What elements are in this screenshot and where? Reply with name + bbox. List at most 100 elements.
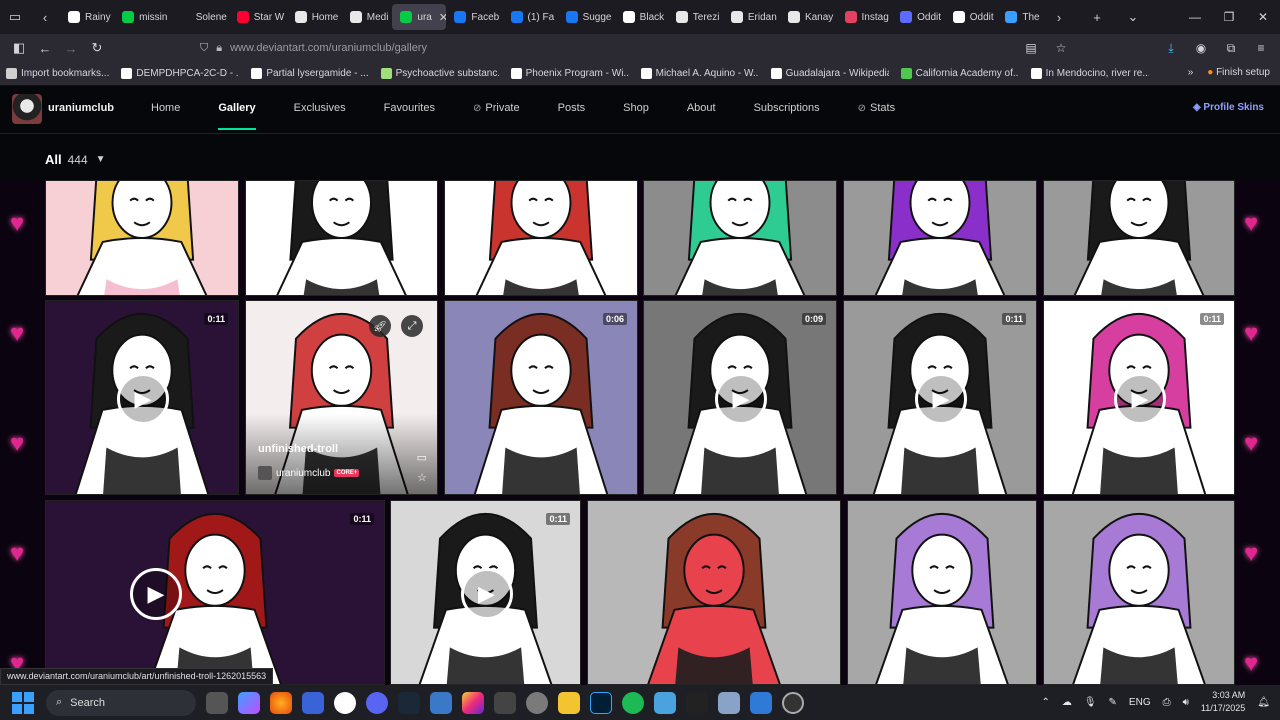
browser-tab[interactable]: ura ✕ bbox=[392, 4, 447, 30]
browser-tab[interactable]: (1) Fa bbox=[503, 4, 558, 30]
taskbar-search[interactable]: ⌕ Search bbox=[46, 689, 196, 716]
gallery-tile[interactable]: 0:06 bbox=[444, 300, 638, 495]
comment-icon[interactable]: ▭ bbox=[417, 451, 427, 464]
app-icon[interactable] bbox=[302, 691, 324, 714]
audio-app-icon[interactable] bbox=[686, 691, 708, 714]
artwork-title[interactable]: unfinished-troll bbox=[258, 443, 338, 455]
nav-home[interactable]: Home bbox=[151, 102, 180, 114]
browser-tab[interactable]: Faceb bbox=[446, 4, 502, 30]
browser-tab[interactable]: Solene bbox=[171, 4, 229, 30]
gallery-tile[interactable] bbox=[1043, 500, 1235, 685]
reload-icon[interactable]: ↻ bbox=[84, 35, 110, 61]
nav-subscriptions[interactable]: Subscriptions bbox=[754, 102, 820, 114]
notepad-icon[interactable] bbox=[654, 691, 676, 714]
play-icon[interactable]: ▶ bbox=[460, 567, 513, 620]
username[interactable]: uraniumclub bbox=[48, 102, 114, 114]
calculator-icon[interactable] bbox=[430, 691, 452, 714]
gallery-tile[interactable]: 0:11 ▶ bbox=[1043, 300, 1235, 495]
browser-tab[interactable]: Star W bbox=[229, 4, 287, 30]
tab-overflow-icon[interactable]: ⌄ bbox=[1118, 2, 1148, 32]
nav-about[interactable]: About bbox=[687, 102, 716, 114]
spotify-icon[interactable] bbox=[622, 691, 644, 714]
reader-view-icon[interactable]: ▤ bbox=[1018, 37, 1044, 59]
bookmark-item[interactable]: Psychoactive substanc... bbox=[380, 68, 499, 79]
gallery-tile[interactable]: 0:11 ▶ bbox=[45, 300, 239, 495]
windows-start-icon[interactable] bbox=[12, 691, 34, 714]
account-icon[interactable]: ◉ bbox=[1188, 37, 1214, 59]
bookmark-item[interactable]: Phoenix Program - Wi... bbox=[510, 68, 629, 79]
cloud-icon[interactable]: ☁ bbox=[1062, 697, 1072, 708]
nav-posts[interactable]: Posts bbox=[558, 102, 586, 114]
extensions-icon[interactable]: ⧉ bbox=[1218, 37, 1244, 59]
language-indicator[interactable]: ENG bbox=[1129, 697, 1151, 708]
play-icon[interactable]: ▶ bbox=[1114, 372, 1166, 425]
instagram-icon[interactable] bbox=[462, 691, 484, 714]
task-view-icon[interactable] bbox=[206, 691, 228, 714]
back-icon[interactable]: ← bbox=[32, 35, 58, 61]
gallery-tile[interactable] bbox=[245, 180, 438, 296]
gallery-tile[interactable] bbox=[843, 180, 1037, 296]
tab-scroll-left-icon[interactable]: ‹ bbox=[30, 2, 60, 32]
play-icon[interactable]: ▶ bbox=[130, 567, 182, 620]
notification-icon[interactable]: 🔔︎ bbox=[1257, 697, 1270, 708]
minimize-icon[interactable]: — bbox=[1178, 10, 1212, 24]
firefox-icon[interactable] bbox=[270, 691, 292, 714]
browser-tab[interactable]: Instag bbox=[837, 4, 893, 30]
favourite-star-icon[interactable]: ☆ bbox=[417, 471, 427, 484]
browser-tab[interactable]: Rainy bbox=[60, 4, 114, 30]
mic-icon[interactable]: 🎙︎ bbox=[1084, 697, 1097, 708]
browser-tab[interactable]: Eridan bbox=[723, 4, 780, 30]
photoshop-icon[interactable] bbox=[590, 691, 612, 714]
copilot-icon[interactable] bbox=[238, 691, 260, 714]
nav-private[interactable]: ⊘ Private bbox=[473, 102, 520, 114]
browser-tab[interactable]: Home bbox=[287, 4, 342, 30]
browser-tab[interactable]: The bbox=[997, 4, 1044, 30]
bookmark-item[interactable]: Partial lysergamide - ... bbox=[251, 68, 369, 79]
browser-tab[interactable]: Sugge bbox=[558, 4, 615, 30]
gallery-tile[interactable] bbox=[45, 180, 239, 296]
forward-icon[interactable]: → bbox=[58, 35, 84, 61]
browser-tab[interactable]: Black bbox=[615, 4, 668, 30]
tab-list-icon[interactable]: ▭ bbox=[0, 2, 30, 32]
nav-stats[interactable]: ⊘ Stats bbox=[858, 102, 895, 114]
gallery-tile[interactable] bbox=[444, 180, 638, 296]
tab-scroll-right-icon[interactable]: › bbox=[1044, 2, 1074, 32]
settings-icon[interactable] bbox=[526, 691, 548, 714]
bookmark-item[interactable]: Michael A. Aquino - W... bbox=[640, 68, 759, 79]
bookmark-item[interactable]: Import bookmarks... bbox=[6, 68, 109, 79]
finish-setup-button[interactable]: ● Finish setup bbox=[1207, 67, 1270, 78]
close-tab-icon[interactable]: ✕ bbox=[439, 11, 447, 24]
app-recording-icon[interactable] bbox=[782, 691, 804, 714]
browser-tab[interactable]: missin bbox=[114, 4, 171, 30]
nav-shop[interactable]: Shop bbox=[623, 102, 649, 114]
tray-overflow-icon[interactable]: ⌃ bbox=[1041, 697, 1049, 708]
pen-icon[interactable]: ✎ bbox=[1109, 697, 1117, 708]
browser-tab[interactable]: Oddit bbox=[892, 4, 945, 30]
avatar[interactable] bbox=[12, 94, 42, 124]
steam-icon[interactable] bbox=[398, 691, 420, 714]
address-bar[interactable]: ⛉ 🔒︎ www.deviantart.com/uraniumclub/gall… bbox=[200, 37, 1080, 59]
nav-exclusives[interactable]: Exclusives bbox=[294, 102, 346, 114]
discord-icon[interactable] bbox=[366, 691, 388, 714]
gallery-tile[interactable]: 🚀︎ ⤢ unfinished-troll uraniumclub CORE+ ▭ ☆ bbox=[245, 300, 438, 495]
nav-gallery[interactable]: Gallery bbox=[218, 102, 256, 130]
volume-icon[interactable]: 🔊︎ bbox=[1183, 697, 1189, 708]
browser-tab[interactable]: Terezi bbox=[668, 4, 723, 30]
download-icon[interactable]: ⤓ bbox=[1158, 37, 1184, 59]
maximize-icon[interactable]: ❐ bbox=[1212, 10, 1246, 24]
browser-tab[interactable]: Oddit bbox=[945, 4, 998, 30]
close-window-icon[interactable]: ✕ bbox=[1246, 10, 1280, 24]
app-dark-icon[interactable] bbox=[494, 691, 516, 714]
menu-icon[interactable]: ≡ bbox=[1248, 37, 1274, 59]
play-icon[interactable]: ▶ bbox=[117, 372, 169, 425]
play-icon[interactable]: ▶ bbox=[715, 372, 767, 425]
bookmark-item[interactable]: California Academy of... bbox=[900, 68, 1019, 79]
new-tab-icon[interactable]: + bbox=[1082, 2, 1112, 32]
network-icon[interactable]: ⎙ bbox=[1163, 697, 1171, 708]
expand-icon[interactable]: ⤢ bbox=[401, 315, 423, 337]
gallery-tile[interactable]: 0:11 ▶ bbox=[45, 500, 385, 685]
gallery-tile[interactable]: 0:11 ▶ bbox=[843, 300, 1037, 495]
browser-tab[interactable]: Medi bbox=[342, 4, 393, 30]
bookmark-star-icon[interactable]: ☆ bbox=[1048, 37, 1074, 59]
photos-icon[interactable] bbox=[750, 691, 772, 714]
